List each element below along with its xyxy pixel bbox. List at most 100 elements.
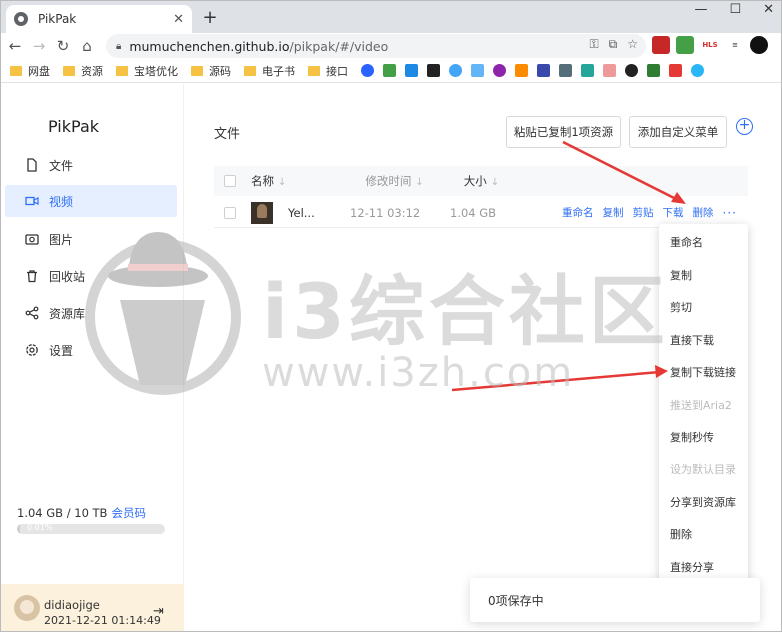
user-timestamp: 2021-12-21 01:14:49 (44, 614, 161, 627)
forward-icon[interactable]: → (27, 37, 51, 55)
address-bar[interactable]: 🔒︎ mumuchenchen.github.io/pikpak/#/video… (106, 34, 646, 58)
bookmark-folder[interactable]: 网盘 (10, 63, 50, 79)
bookmark-globe-icon[interactable] (449, 64, 462, 77)
profile-avatar-icon[interactable] (750, 36, 768, 54)
download-action[interactable]: 下载 (663, 205, 684, 220)
bookmark-pink-icon[interactable] (603, 64, 616, 77)
bookmark-purple-icon[interactable] (493, 64, 506, 77)
menu-item-copy[interactable]: 复制 (670, 267, 692, 283)
sidebar: PikPak 文件 视频 图片 回收站 资源库 设置 1.04 GB / 10 … (0, 84, 184, 632)
bookmark-navy-icon[interactable] (537, 64, 550, 77)
user-name: didiaojige (44, 598, 100, 612)
menu-item-rename[interactable]: 重命名 (670, 234, 703, 250)
video-thumbnail (251, 201, 273, 224)
storage-progress-fill (17, 524, 20, 534)
select-all-checkbox[interactable] (224, 175, 236, 187)
extension-shield-icon[interactable] (652, 36, 670, 54)
vip-code-link[interactable]: 会员码 (111, 506, 146, 520)
folder-icon (244, 65, 256, 76)
column-modified[interactable]: 修改时间 ↓ (365, 173, 423, 189)
bookmark-leaf-icon[interactable] (647, 64, 660, 77)
avatar[interactable] (14, 595, 40, 621)
browser-menu-icon[interactable]: ⋮ (774, 36, 782, 54)
watermark-title: i3综合社区 (262, 267, 669, 356)
maximize-button[interactable]: ☐ (729, 2, 741, 17)
sidebar-item-settings[interactable]: 设置 (5, 334, 177, 366)
bookmark-github-icon[interactable] (625, 64, 638, 77)
bookmark-folder[interactable]: 电子书 (244, 63, 295, 79)
menu-item-direct-download[interactable]: 直接下载 (670, 332, 714, 348)
tab-close-icon[interactable]: ✕ (173, 12, 184, 27)
menu-item-direct-share[interactable]: 直接分享 (670, 559, 714, 575)
rename-action[interactable]: 重命名 (562, 205, 594, 220)
star-icon[interactable]: ☆ (627, 37, 638, 52)
bookmark-dark-icon[interactable] (427, 64, 440, 77)
bookmark-image-icon[interactable] (559, 64, 572, 77)
sidebar-item-files[interactable]: 文件 (5, 149, 177, 181)
bookmark-folder[interactable]: 资源 (63, 63, 103, 79)
watermark-url: www.i3zh.com (262, 350, 575, 396)
extension-icons: HLS ≡ ⋮ (652, 36, 782, 54)
close-window-button[interactable]: ✕ (763, 2, 774, 17)
user-panel: didiaojige 2021-12-21 01:14:49 ⇥ (0, 584, 184, 632)
sidebar-item-label: 资源库 (49, 306, 86, 321)
sidebar-item-images[interactable]: 图片 (5, 223, 177, 255)
back-icon[interactable]: ← (3, 37, 27, 55)
storage-text: 1.04 GB / 10 TB (17, 506, 108, 520)
bookmark-teal-icon[interactable] (581, 64, 594, 77)
browser-tab-strip: PikPak ✕ + — ☐ ✕ (0, 0, 782, 33)
folder-icon (63, 65, 75, 76)
bookmark-blue-icon[interactable] (471, 64, 484, 77)
folder-icon (116, 65, 128, 76)
menu-item-copy-download-link[interactable]: 复制下载链接 (670, 364, 736, 380)
folder-icon (10, 65, 22, 76)
menu-item-copy-instant[interactable]: 复制秒传 (670, 429, 714, 445)
bookmark-baidu-icon[interactable] (361, 64, 374, 77)
sort-icon: ↓ (490, 177, 500, 188)
bookmarks-bar: 网盘 资源 宝塔优化 源码 电子书 接口 (0, 59, 782, 83)
delete-action[interactable]: 删除 (693, 205, 714, 220)
new-tab-button[interactable]: + (200, 7, 220, 28)
sidebar-item-library[interactable]: 资源库 (5, 297, 177, 329)
file-name[interactable]: Yel... (288, 206, 350, 220)
browser-tab[interactable]: PikPak ✕ (6, 5, 192, 33)
extension-puzzle-icon[interactable] (676, 36, 694, 54)
extension-menu-icon[interactable]: ≡ (726, 36, 744, 54)
url-host: mumuchenchen.github.io (129, 38, 290, 54)
bookmark-folder[interactable]: 接口 (308, 63, 348, 79)
add-icon[interactable]: + (736, 118, 753, 135)
sidebar-item-trash[interactable]: 回收站 (5, 260, 177, 292)
more-icon[interactable]: ··· (723, 206, 737, 220)
brand-logo: PikPak (48, 117, 100, 136)
cut-action[interactable]: 剪贴 (633, 205, 654, 220)
home-icon[interactable]: ⌂ (75, 37, 99, 55)
copy-action[interactable]: 复制 (603, 205, 624, 220)
menu-item-set-default-dir: 设为默认目录 (670, 463, 736, 476)
translate-icon[interactable]: ⧉ (609, 37, 618, 52)
add-custom-menu-button[interactable]: 添加自定义菜单 (629, 116, 727, 148)
bookmark-orange-icon[interactable] (515, 64, 528, 77)
bookmark-folder[interactable]: 源码 (191, 63, 231, 79)
bookmark-folder[interactable]: 宝塔优化 (116, 63, 178, 79)
logout-icon[interactable]: ⇥ (153, 604, 164, 619)
sort-icon: ↓ (415, 177, 424, 188)
menu-item-cut[interactable]: 剪切 (670, 299, 692, 315)
bookmark-telegram-icon[interactable] (691, 64, 704, 77)
storage-usage: 1.04 GB / 10 TB 会员码 (17, 505, 146, 521)
row-checkbox[interactable] (224, 206, 236, 219)
minimize-button[interactable]: — (694, 2, 707, 17)
sort-icon: ↓ (278, 177, 287, 188)
extension-hls-icon[interactable]: HLS (700, 36, 720, 54)
sidebar-item-video[interactable]: 视频 (5, 185, 177, 217)
column-name[interactable]: 名称 ↓ (251, 173, 286, 189)
menu-item-delete[interactable]: 删除 (670, 526, 692, 542)
bookmark-t-icon[interactable] (405, 64, 418, 77)
context-menu: 重命名 复制 剪切 直接下载 复制下载链接 推送到Aria2 复制秒传 设为默认… (659, 224, 748, 585)
reload-icon[interactable]: ↻ (51, 37, 75, 55)
menu-item-share-to-library[interactable]: 分享到资源库 (670, 494, 736, 510)
column-size[interactable]: 大小 ↓ (464, 173, 499, 189)
key-icon[interactable]: ⚿ (590, 37, 599, 52)
bookmark-red-icon[interactable] (669, 64, 682, 77)
bookmark-grid-icon[interactable] (383, 64, 396, 77)
paste-button[interactable]: 粘贴已复制1项资源 (506, 116, 621, 148)
